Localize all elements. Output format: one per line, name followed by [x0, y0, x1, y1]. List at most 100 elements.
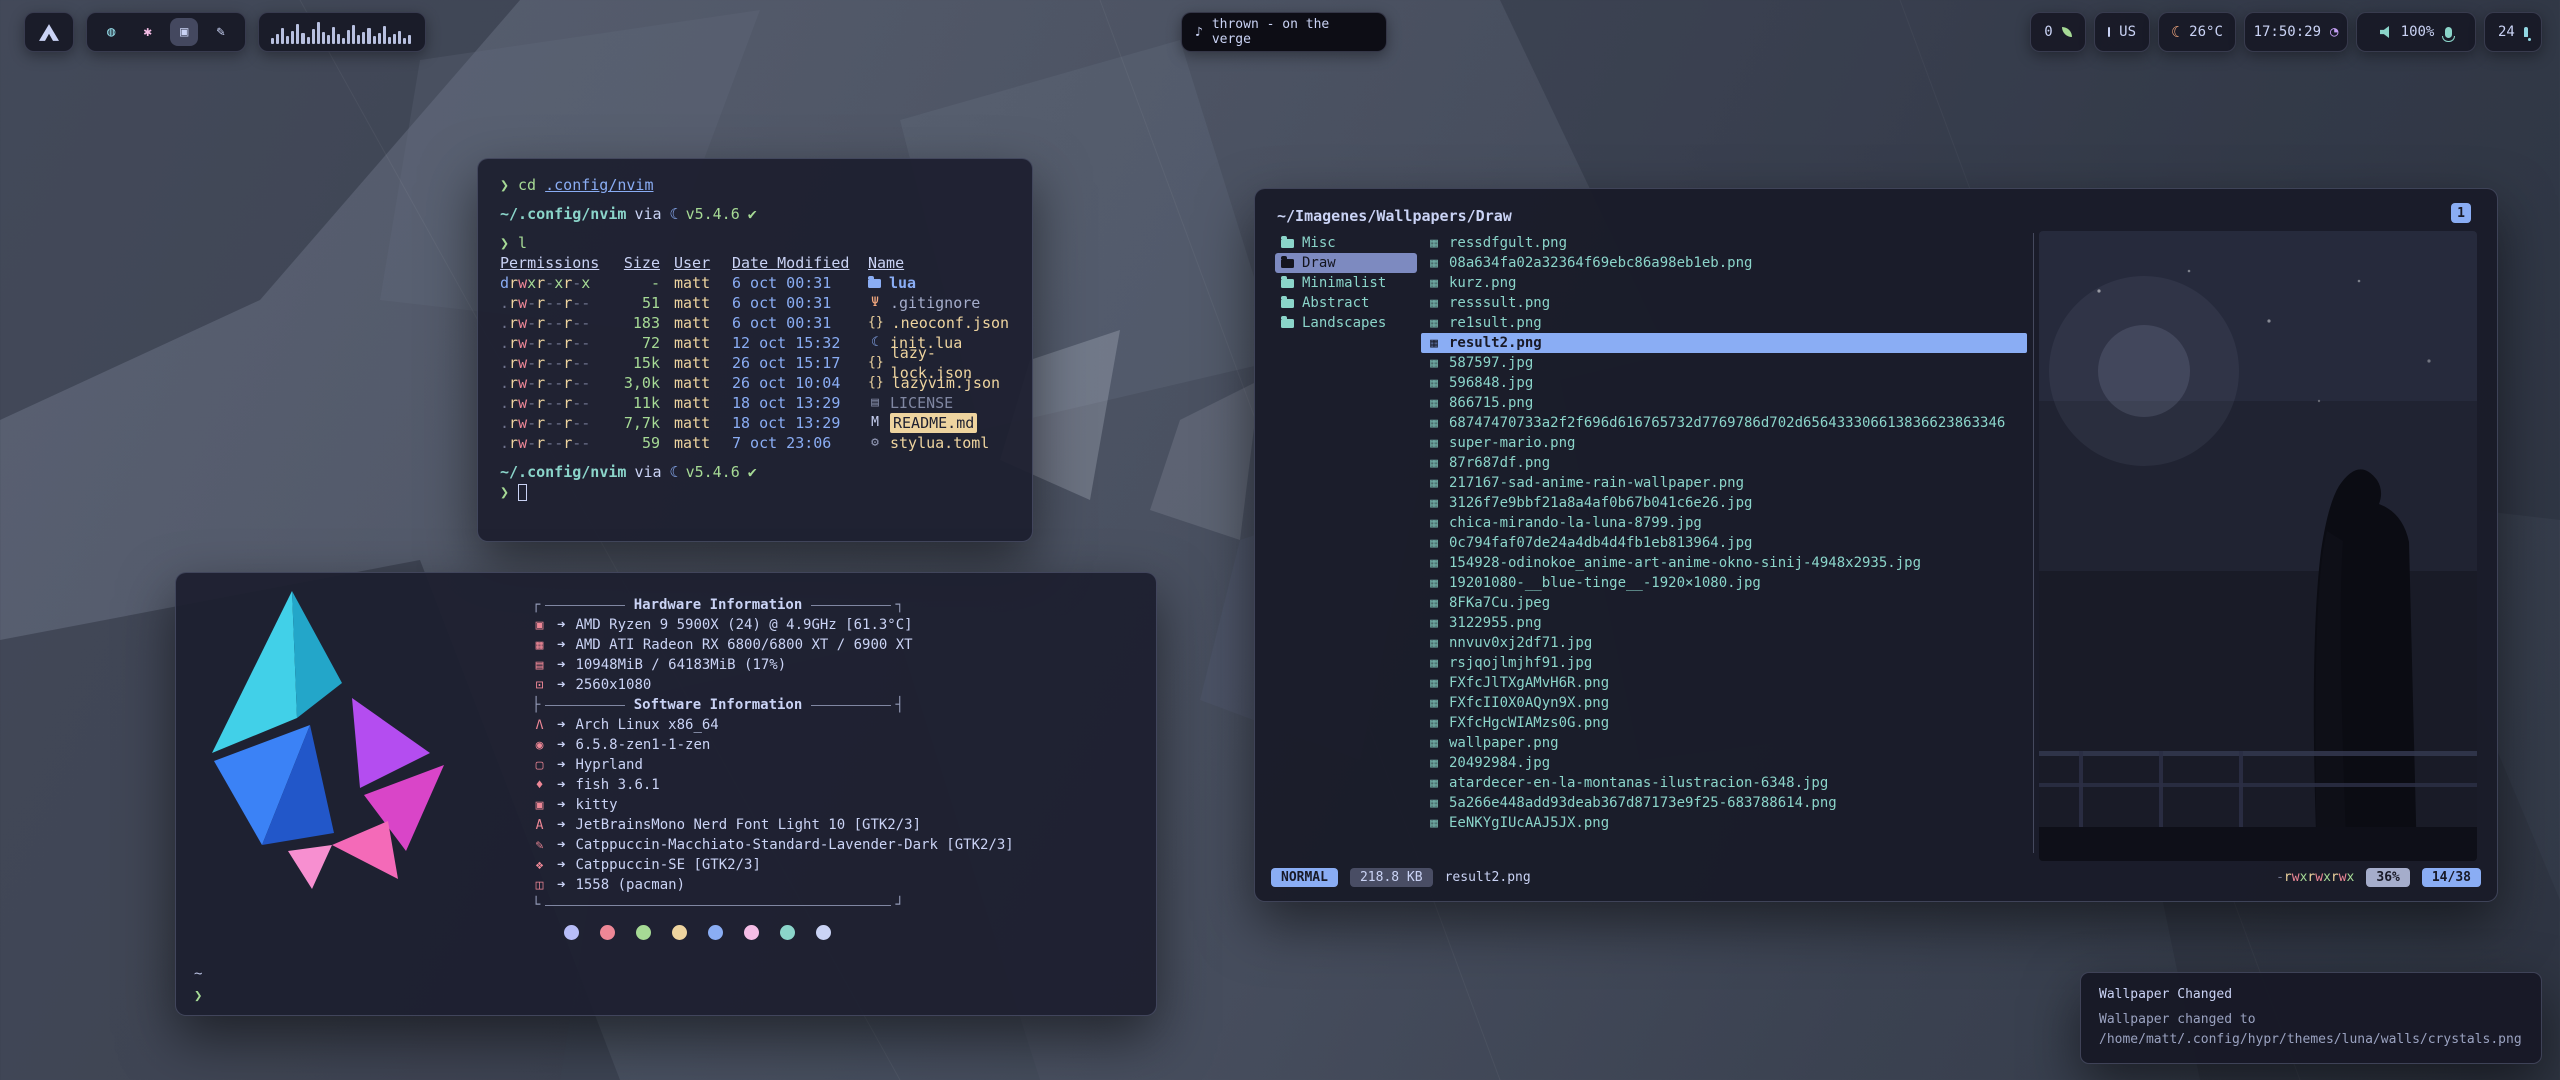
file-item[interactable]: ▦20492984.jpg	[1421, 753, 2027, 773]
file-item[interactable]: ▦FXfcII0X0AQyn9X.png	[1421, 693, 2027, 713]
size-cell: 51	[614, 293, 660, 313]
workspaces-module[interactable]: ◍ ✱ ▣ ✎	[86, 12, 246, 52]
file-item[interactable]: ▦atardecer-en-la-montanas-ilustracion-63…	[1421, 773, 2027, 793]
file-item[interactable]: ▦19201080-__blue-tinge__-1920×1080.jpg	[1421, 573, 2027, 593]
file-item[interactable]: ▦result2.png	[1421, 333, 2027, 353]
size-cell: -	[614, 273, 660, 293]
image-icon: ▦	[1427, 516, 1441, 531]
sidebar-item-landscapes[interactable]: Landscapes	[1275, 313, 1417, 333]
name-cell: ▤LICENSE	[868, 393, 1010, 413]
image-icon: ▦	[1427, 816, 1441, 831]
git-icon: Ψ	[868, 293, 882, 313]
folder-name: Misc	[1302, 235, 1336, 251]
tab-indicator[interactable]: 1	[2451, 203, 2471, 223]
file-listing: drwxr-xr-x-matt6 oct 00:31lua.rw-r--r--5…	[500, 273, 1010, 453]
table-header: Permissions Size User Date Modified Name	[500, 253, 1010, 273]
file-item[interactable]: ▦154928-odinokoe_anime-art-anime-okno-si…	[1421, 553, 2027, 573]
visualizer-bar	[383, 26, 386, 44]
file-item[interactable]: ▦chica-mirando-la-luna-8799.jpg	[1421, 513, 2027, 533]
info-line: ◫➜1558 (pacman)	[532, 875, 1138, 895]
prompt-cursor-line[interactable]: ❯	[500, 482, 1010, 502]
keyboard-layout-module[interactable]: US	[2094, 12, 2150, 52]
file-item[interactable]: ▦596848.jpg	[1421, 373, 2027, 393]
file-item[interactable]: ▦08a634fa02a32364f69ebc86a98eb1eb.png	[1421, 253, 2027, 273]
file-item[interactable]: ▦3122955.png	[1421, 613, 2027, 633]
scroll-percent-badge: 36%	[2366, 868, 2409, 887]
file-item[interactable]: ▦5a266e448add93deab367d87173e9f25-683788…	[1421, 793, 2027, 813]
file-item[interactable]: ▦217167-sad-anime-rain-wallpaper.png	[1421, 473, 2027, 493]
file-manager-window: ~/Imagenes/Wallpapers/Draw 1 MiscDrawMin…	[1254, 188, 2498, 902]
file-list: ▦ressdfgult.png▦08a634fa02a32364f69ebc86…	[1421, 233, 2027, 833]
file-item[interactable]: ▦resssult.png	[1421, 293, 2027, 313]
check-icon: ✔	[748, 205, 757, 223]
media-player-module[interactable]: ♪ thrown - on the verge	[1181, 12, 1387, 52]
arrow-icon: ➜	[557, 637, 565, 653]
file-item[interactable]: ▦8FKa7Cu.jpeg	[1421, 593, 2027, 613]
permissions-text: -rwxrwxrwx	[2276, 870, 2354, 885]
software-section-header: ├ Software Information ┤	[532, 695, 904, 715]
file-name: rsjqojlmjhf91.jpg	[1449, 655, 1592, 671]
file-item[interactable]: ▦ressdfgult.png	[1421, 233, 2027, 253]
file-name: result2.png	[1449, 335, 1542, 351]
sidebar-item-misc[interactable]: Misc	[1275, 233, 1417, 253]
image-icon: ▦	[1427, 296, 1441, 311]
image-icon: ▦	[1427, 536, 1441, 551]
weather-module[interactable]: ☾ 26°C	[2158, 12, 2236, 52]
file-item[interactable]: ▦68747470733a2f2f696d616765732d7769786d7…	[1421, 413, 2027, 433]
version-label: v5.4.6	[686, 463, 740, 481]
now-playing-title: thrown - on the verge	[1212, 17, 1373, 47]
file-item[interactable]: ▦re1sult.png	[1421, 313, 2027, 333]
file-item[interactable]: ▦3126f7e9bbf21a8a4af0b67b041c6e26.jpg	[1421, 493, 2027, 513]
arrow-icon: ➜	[557, 617, 565, 633]
info-text: kitty	[575, 797, 617, 813]
via-label: via	[634, 463, 661, 481]
software-lines: Λ➜Arch Linux x86_64◉➜6.5.8-zen1-1-zen▢➜H…	[532, 715, 1138, 895]
file-item[interactable]: ▦nnvuv0xj2df71.jpg	[1421, 633, 2027, 653]
workspace-button-2[interactable]: ✱	[134, 18, 162, 46]
sidebar-item-minimalist[interactable]: Minimalist	[1275, 273, 1417, 293]
info-text: JetBrainsMono Nerd Font Light 10 [GTK2/3…	[575, 817, 921, 833]
file-item[interactable]: ▦0c794faf07de24a4db4d4fb1eb813964.jpg	[1421, 533, 2027, 553]
arrow-icon: ➜	[557, 757, 565, 773]
image-icon: ▦	[1427, 396, 1441, 411]
file-item[interactable]: ▦wallpaper.png	[1421, 733, 2027, 753]
keyboard-layout-label: US	[2119, 24, 2136, 40]
volume-module[interactable]: 100%	[2356, 12, 2476, 52]
clock-module[interactable]: 17:50:29 ◔	[2244, 12, 2348, 52]
file-item[interactable]: ▦EeNKYgIUcAAJ5JX.png	[1421, 813, 2027, 833]
file-item[interactable]: ▦87r687df.png	[1421, 453, 2027, 473]
image-icon: ▦	[1427, 656, 1441, 671]
visualizer-bar	[291, 31, 294, 44]
folder-icon	[1281, 299, 1294, 308]
file-item[interactable]: ▦587597.jpg	[1421, 353, 2027, 373]
sidebar-item-draw[interactable]: Draw	[1275, 253, 1417, 273]
file-item[interactable]: ▦ rsjqojlmjhf91.jpg	[1421, 653, 2027, 673]
file-item[interactable]: ▦kurz.png	[1421, 273, 2027, 293]
workspace-button-4[interactable]: ✎	[207, 18, 235, 46]
info-text: Arch Linux x86_64	[575, 717, 718, 733]
notification-popup[interactable]: Wallpaper Changed Wallpaper changed to /…	[2080, 972, 2542, 1064]
file-item[interactable]: ▦FXfcHgcWIAMzs0G.png	[1421, 713, 2027, 733]
notifications-module[interactable]: 24	[2484, 12, 2542, 52]
visualizer-bar	[271, 38, 274, 44]
shell-prompt[interactable]: ~ ❯	[194, 963, 211, 1007]
weather-moon-icon: ☾	[2171, 23, 2180, 41]
sidebar-item-abstract[interactable]: Abstract	[1275, 293, 1417, 313]
terminal-icon: ▣	[532, 798, 547, 813]
workspace-button-1[interactable]: ◍	[97, 18, 125, 46]
arrow-icon: ➜	[557, 817, 565, 833]
info-line: ❖➜Catppuccin-SE [GTK2/3]	[532, 855, 1138, 875]
updates-module[interactable]: 0	[2030, 12, 2086, 52]
kernel-icon: ◉	[532, 738, 547, 753]
file-item[interactable]: ▦super-mario.png	[1421, 433, 2027, 453]
markdown-icon: M	[868, 413, 882, 433]
file-name: 5a266e448add93deab367d87173e9f25-6837886…	[1449, 795, 1837, 811]
app-launcher-button[interactable]	[24, 12, 74, 52]
folder-name: Draw	[1302, 255, 1336, 271]
file-item[interactable]: ▦FXfcJlTXgAMvH6R.png	[1421, 673, 2027, 693]
image-icon: ▦	[1427, 776, 1441, 791]
file-name: super-mario.png	[1449, 435, 1575, 451]
workspace-button-3[interactable]: ▣	[170, 18, 198, 46]
date-cell: 18 oct 13:29	[732, 393, 854, 413]
file-item[interactable]: ▦866715.png	[1421, 393, 2027, 413]
